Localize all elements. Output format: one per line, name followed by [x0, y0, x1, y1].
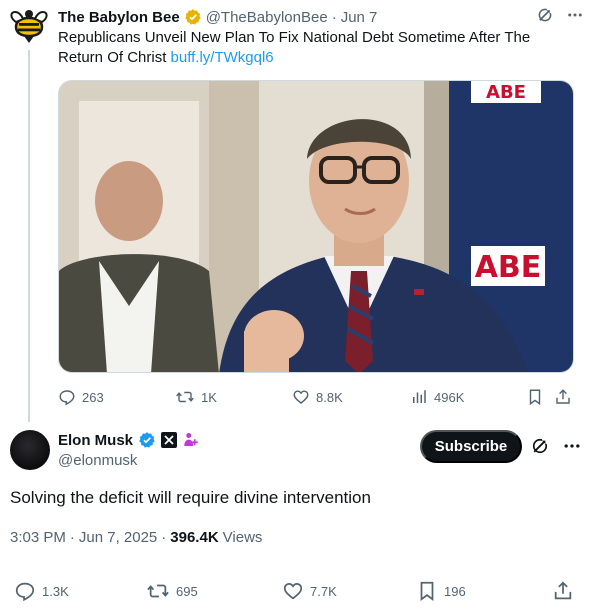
parent-tweet-header: The Babylon Bee @TheBabylonBee · Jun 7 — [58, 6, 584, 28]
svg-text:ABE: ABE — [475, 250, 542, 285]
subscribe-button[interactable]: Subscribe — [420, 430, 522, 463]
repost-count: 695 — [176, 583, 198, 599]
reply-button[interactable]: 1.3K — [14, 580, 69, 602]
author-name-row: Elon Musk — [58, 431, 200, 449]
repost-icon — [175, 388, 195, 406]
more-options-icon[interactable] — [562, 436, 582, 456]
reply-icon — [14, 580, 36, 602]
elon-musk-avatar[interactable] — [10, 430, 50, 470]
views-button[interactable]: 496K — [410, 388, 464, 406]
reply-icon — [58, 388, 76, 406]
bookmark-count: 196 — [444, 583, 466, 599]
repost-count: 1K — [201, 389, 217, 405]
views-label: Views — [222, 529, 263, 546]
author-handle[interactable]: @elonmusk — [58, 452, 137, 469]
heart-icon — [282, 580, 304, 602]
main-tweet-tools — [530, 436, 582, 456]
gold-verified-badge-icon[interactable] — [184, 8, 202, 26]
views-count: 396.4K — [170, 529, 219, 546]
separator-dot: · — [161, 529, 167, 546]
views-count: 496K — [434, 389, 465, 405]
tweet-time[interactable]: 3:03 PM — [10, 529, 66, 546]
repost-button[interactable]: 695 — [146, 580, 198, 602]
bookmark-icon — [416, 580, 438, 602]
thread-connector-line — [28, 50, 30, 422]
tweet-date[interactable]: Jun 7, 2025 — [79, 529, 157, 546]
grok-icon[interactable] — [536, 6, 554, 24]
people-accessibility-icon[interactable] — [182, 431, 200, 449]
bee-logo-icon — [10, 10, 48, 43]
main-tweet-text: Solving the deficit will require divine … — [10, 488, 371, 507]
like-button[interactable]: 8.8K — [292, 388, 343, 406]
reply-count: 263 — [82, 389, 104, 405]
svg-text:ABE: ABE — [486, 82, 526, 103]
tweet-body: Republicans Unveil New Plan To Fix Natio… — [58, 29, 531, 66]
like-button[interactable]: 7.7K — [282, 580, 337, 602]
separator-dot: · — [331, 8, 337, 26]
parent-tweet-actions: 263 1K 8.8K 496K — [58, 387, 574, 407]
author-handle[interactable]: @TheBabylonBee — [206, 9, 328, 26]
bookmark-button[interactable]: 196 — [416, 580, 466, 602]
analytics-icon — [410, 388, 428, 406]
separator-dot: · — [69, 529, 75, 546]
share-icon[interactable] — [554, 388, 572, 406]
heart-icon — [292, 388, 310, 406]
reply-count: 1.3K — [42, 583, 69, 599]
tweet-meta: 3:03 PM · Jun 7, 2025 · 396.4K Views — [10, 529, 262, 546]
babylon-bee-avatar[interactable] — [10, 8, 48, 46]
parent-tweet[interactable]: The Babylon Bee @TheBabylonBee · Jun 7 R… — [0, 0, 594, 422]
more-options-icon[interactable] — [566, 6, 584, 24]
like-count: 7.7K — [310, 583, 337, 599]
reply-button[interactable]: 263 — [58, 388, 104, 406]
tweet-photo[interactable]: ABE ABE — [58, 80, 574, 373]
repost-icon — [146, 580, 170, 602]
repost-button[interactable]: 1K — [175, 388, 217, 406]
x-affiliate-badge-icon[interactable] — [161, 432, 178, 448]
press-conference-photo: ABE ABE — [59, 81, 573, 372]
bookmark-icon[interactable] — [526, 388, 544, 406]
blue-verified-badge-icon[interactable] — [138, 431, 156, 449]
grok-icon[interactable] — [530, 436, 550, 456]
main-tweet-actions: 1.3K 695 7.7K 196 — [0, 572, 594, 608]
author-name[interactable]: The Babylon Bee — [58, 9, 180, 26]
parent-tweet-text: Republicans Unveil New Plan To Fix Natio… — [58, 28, 558, 68]
share-icon[interactable] — [552, 580, 574, 602]
like-count: 8.8K — [316, 389, 343, 405]
author-name[interactable]: Elon Musk — [58, 432, 133, 449]
tweet-date[interactable]: Jun 7 — [341, 9, 378, 26]
main-tweet-header: Elon Musk @elonmusk Subscribe — [0, 424, 594, 474]
tweet-link[interactable]: buff.ly/TWkgql6 — [171, 49, 274, 66]
